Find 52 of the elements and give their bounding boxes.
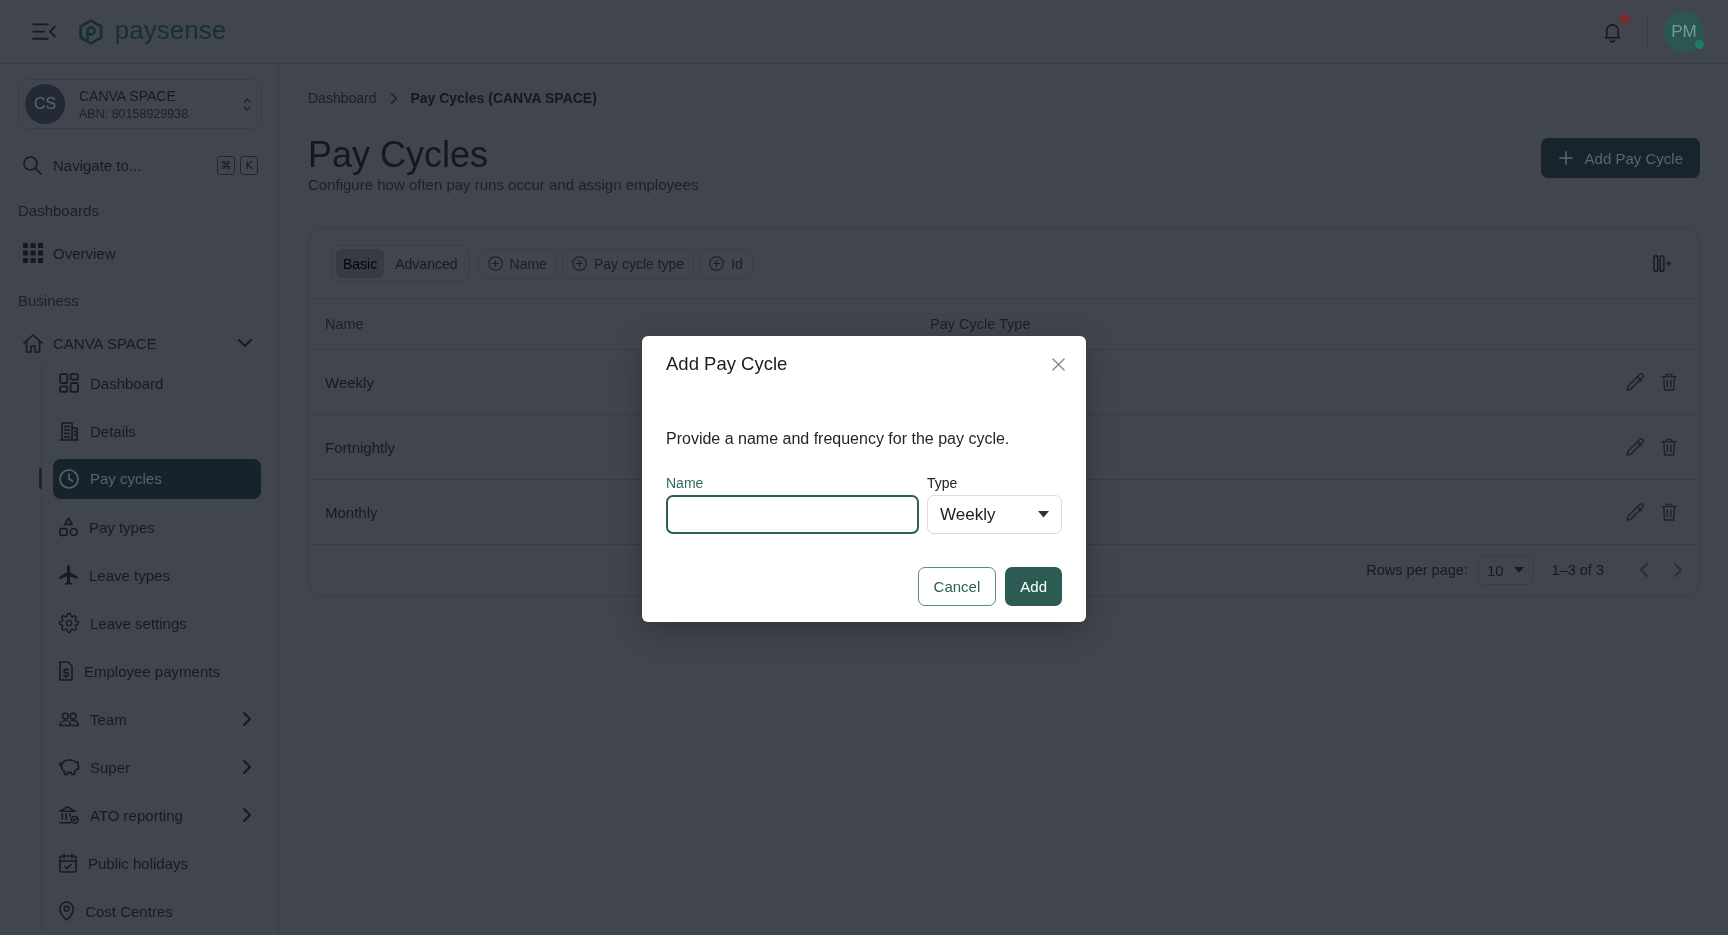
select-field[interactable]: Weekly: [927, 495, 1062, 534]
chevron-up-down-icon: [242, 97, 251, 111]
field-label: Name: [666, 475, 704, 492]
caret-down-icon: [1038, 511, 1049, 518]
field-label: Type: [927, 475, 958, 492]
close-icon[interactable]: [1052, 357, 1065, 371]
cancel-button[interactable]: Cancel: [917, 567, 997, 606]
plus-circle-icon: [487, 256, 503, 271]
pencil-icon[interactable]: [1625, 502, 1645, 522]
trash-icon[interactable]: [1660, 372, 1677, 391]
pencil-icon[interactable]: [1625, 437, 1645, 457]
plus-icon: [1558, 151, 1573, 165]
view-tab[interactable]: Basic: [336, 249, 385, 278]
text-field[interactable]: [666, 495, 919, 534]
menu-icon[interactable]: [32, 21, 56, 42]
dashboard-layout-icon: [59, 373, 79, 393]
grid-icon: [23, 243, 43, 263]
chevron-right-icon[interactable]: [242, 760, 252, 774]
building-icon: [59, 421, 79, 441]
add-button[interactable]: Add: [1005, 567, 1062, 606]
chevron-right-icon[interactable]: [242, 712, 252, 726]
people-icon: [59, 711, 79, 727]
calendar-check-icon: [59, 853, 77, 873]
caret-down-icon: [1513, 567, 1524, 573]
dialog-title: Add Pay Cycle: [666, 353, 788, 375]
trash-icon[interactable]: [1660, 437, 1677, 456]
columns-icon[interactable]: [1653, 254, 1671, 273]
org-avatar: CS: [25, 84, 65, 124]
trash-icon[interactable]: [1660, 502, 1677, 521]
gear-icon: [59, 613, 79, 633]
chevron-down-icon[interactable]: [238, 338, 252, 348]
chevron-right-icon: [389, 92, 398, 104]
dialog-description: Provide a name and frequency for the pay cycle.: [666, 429, 1011, 449]
plus-circle-icon: [571, 256, 587, 271]
map-pin-icon: [59, 901, 75, 921]
add-pay-cycle-button[interactable]: Add Pay Cycle: [1540, 138, 1700, 178]
user-avatar[interactable]: PM: [1664, 11, 1704, 52]
search-icon: [23, 155, 42, 175]
piggy-bank-icon: [59, 759, 79, 775]
airplane-icon: [59, 565, 78, 585]
bank-building-icon: [59, 805, 79, 825]
pencil-icon[interactable]: [1625, 372, 1645, 392]
shortcut-key: ⌘: [217, 155, 235, 175]
hexagon-logo-icon: [79, 18, 103, 45]
clock-icon: [59, 469, 79, 489]
dollar-document-icon: [59, 661, 73, 681]
home-icon: [23, 333, 43, 353]
chevron-right-icon[interactable]: [242, 808, 252, 822]
shapes-icon: [59, 517, 78, 537]
bell-icon[interactable]: [1603, 21, 1621, 42]
nav-item[interactable]: Pay cycles: [53, 459, 261, 499]
plus-circle-icon: [709, 256, 725, 271]
